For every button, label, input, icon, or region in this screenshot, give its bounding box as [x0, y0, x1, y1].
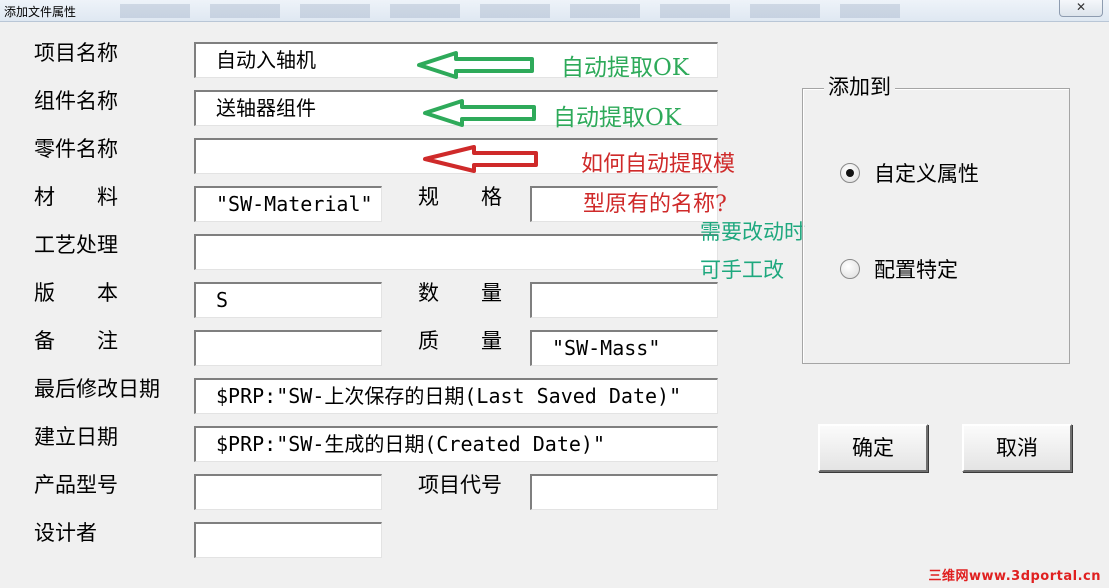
- last-modified-field[interactable]: $PRP:"SW-上次保存的日期(Last Saved Date)": [194, 378, 718, 414]
- designer-field[interactable]: [194, 522, 382, 558]
- annotation-question-line2: 型原有的名称?: [583, 192, 727, 217]
- annotation-auto-ok-2: 自动提取OK: [553, 105, 682, 131]
- add-to-group: [802, 88, 1070, 364]
- label-material: 材 料: [34, 185, 118, 209]
- radio-selected-icon[interactable]: [840, 163, 860, 183]
- annotation-auto-ok-1: 自动提取OK: [561, 55, 690, 81]
- label-project-name: 项目名称: [34, 41, 118, 65]
- close-button[interactable]: ✕: [1059, 0, 1103, 17]
- label-mass: 质 量: [418, 329, 502, 353]
- watermark: 三维网www.3dportal.cn: [928, 569, 1101, 584]
- project-code-field[interactable]: [530, 474, 718, 510]
- radio-custom-properties[interactable]: 自定义属性: [840, 158, 979, 188]
- label-remark: 备 注: [34, 329, 118, 353]
- title-bar: 添加文件属性 ✕: [0, 0, 1109, 22]
- radio-unselected-icon[interactable]: [840, 259, 860, 279]
- label-designer: 设计者: [34, 521, 97, 545]
- radio-config-specific-label: 配置特定: [874, 258, 958, 282]
- label-created-date: 建立日期: [34, 425, 118, 449]
- version-field[interactable]: S: [194, 282, 382, 318]
- label-last-modified: 最后修改日期: [34, 377, 160, 401]
- label-spec: 规 格: [418, 185, 502, 209]
- label-process: 工艺处理: [34, 233, 118, 257]
- mass-field[interactable]: "SW-Mass": [530, 330, 718, 366]
- quantity-field[interactable]: [530, 282, 718, 318]
- annotation-question-line1: 如何自动提取模: [581, 152, 736, 177]
- process-field[interactable]: [194, 234, 718, 270]
- label-part-name: 零件名称: [34, 137, 118, 161]
- radio-custom-properties-label: 自定义属性: [874, 162, 979, 186]
- cancel-button[interactable]: 取消: [962, 424, 1072, 472]
- radio-config-specific[interactable]: 配置特定: [840, 254, 958, 284]
- annotation-note-line2: 可手工改: [700, 258, 784, 282]
- remark-field[interactable]: [194, 330, 382, 366]
- product-model-field[interactable]: [194, 474, 382, 510]
- dialog-body: 项目名称 自动入轴机 组件名称 送轴器组件 零件名称 材 料 "SW-Mater…: [0, 22, 1109, 588]
- label-component-name: 组件名称: [34, 89, 118, 113]
- label-version: 版 本: [34, 281, 118, 305]
- material-field[interactable]: "SW-Material": [194, 186, 382, 222]
- label-quantity: 数 量: [418, 281, 502, 305]
- ok-button[interactable]: 确定: [818, 424, 928, 472]
- created-date-field[interactable]: $PRP:"SW-生成的日期(Created Date)": [194, 426, 718, 462]
- label-project-code: 项目代号: [418, 473, 502, 497]
- red-arrow-icon: [423, 145, 538, 173]
- green-arrow-icon: [423, 99, 536, 127]
- window-title: 添加文件属性: [4, 5, 77, 19]
- annotation-note-line1: 需要改动时: [700, 220, 805, 244]
- add-to-group-title: 添加到: [824, 74, 895, 100]
- background-toolbar-ghost: [120, 4, 900, 18]
- label-product-model: 产品型号: [34, 473, 118, 497]
- green-arrow-icon: [417, 51, 534, 79]
